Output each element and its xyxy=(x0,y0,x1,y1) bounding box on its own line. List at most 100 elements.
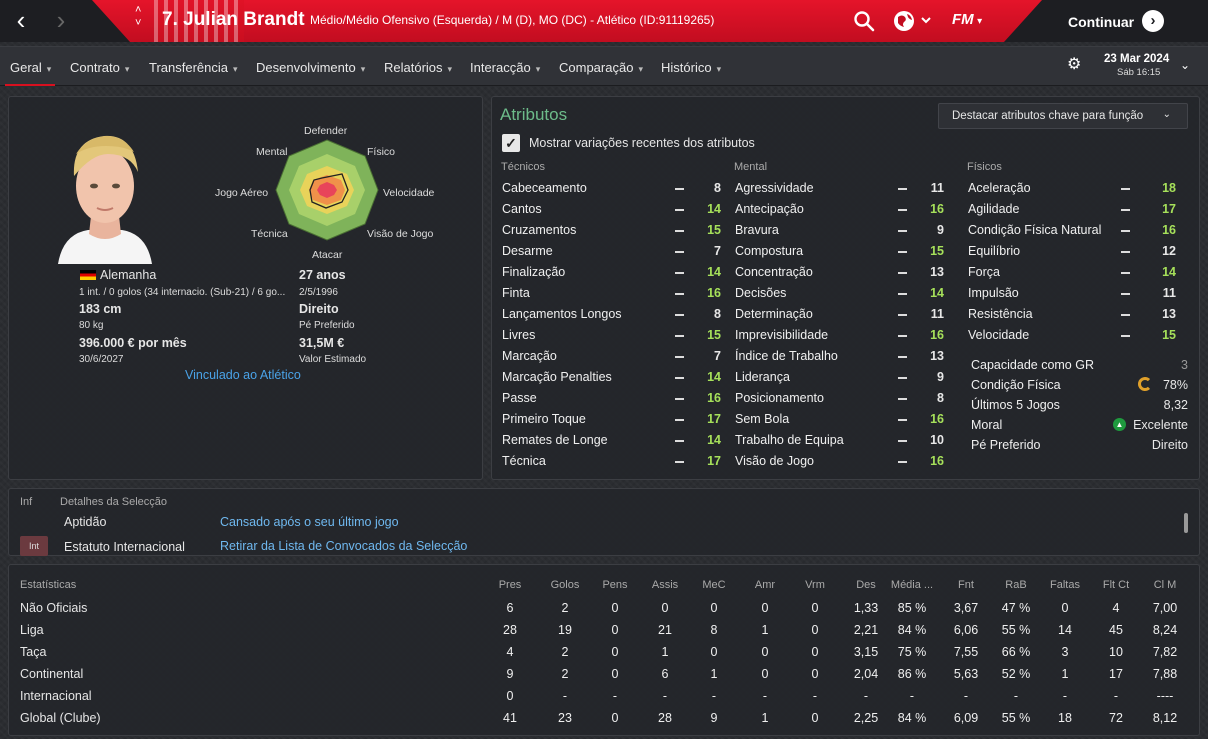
aptitude-value[interactable]: Cansado após o seu último jogo xyxy=(220,515,399,529)
scrollbar[interactable] xyxy=(1184,513,1188,533)
attribute-name: Trabalho de Equipa xyxy=(735,433,844,447)
stats-row-label: Internacional xyxy=(20,689,92,703)
extra-attribute-value: Excelente xyxy=(1133,418,1188,432)
tab-comparacao[interactable]: Comparação ▾ xyxy=(559,60,643,75)
change-indicator xyxy=(675,461,684,463)
globe-menu-button[interactable] xyxy=(892,9,934,33)
highlight-role-dropdown[interactable]: Destacar atributos chave para função ⌄ xyxy=(938,103,1188,129)
gear-icon[interactable]: ⚙ xyxy=(1067,57,1083,73)
stats-column-header[interactable]: Cl M xyxy=(1133,579,1197,591)
tab-transferencia[interactable]: Transferência ▾ xyxy=(149,60,238,75)
change-indicator xyxy=(898,335,907,337)
attribute-name: Força xyxy=(968,265,1000,279)
chevron-left-icon: ‹ xyxy=(16,5,26,35)
preferred-foot: Direito xyxy=(299,302,339,316)
change-indicator xyxy=(675,272,684,274)
arrow-right-icon[interactable]: › xyxy=(1142,10,1164,32)
extra-attribute-value: Direito xyxy=(1151,438,1188,452)
contract-end: 30/6/2027 xyxy=(79,354,124,365)
tab-historico[interactable]: Histórico ▾ xyxy=(661,60,721,75)
attribute-value: 9 xyxy=(937,223,944,237)
attribute-name: Velocidade xyxy=(968,328,1030,342)
international-panel xyxy=(8,488,1200,556)
attribute-name: Passe xyxy=(502,391,537,405)
tab-desenvolvimento[interactable]: Desenvolvimento ▾ xyxy=(256,60,365,75)
game-time: Sáb 16:15 xyxy=(1117,67,1161,78)
radar-label-velocidade: Velocidade xyxy=(383,187,435,199)
attribute-name: Lançamentos Longos xyxy=(502,307,622,321)
change-indicator xyxy=(898,398,907,400)
attribute-name: Remates de Longe xyxy=(502,433,608,447)
arrow-down-icon[interactable]: ˅ xyxy=(135,17,141,30)
mental-header: Mental xyxy=(734,161,768,173)
change-indicator xyxy=(1121,335,1130,337)
change-indicator xyxy=(898,419,907,421)
caps: 1 int. / 0 golos (34 internacio. (Sub-21… xyxy=(79,287,286,298)
change-indicator xyxy=(898,440,907,442)
fm-menu-button[interactable]: FM ▾ xyxy=(952,11,996,31)
chevron-down-icon: ▾ xyxy=(716,64,722,74)
tab-relatorios[interactable]: Relatórios ▾ xyxy=(384,60,452,75)
stats-row-label: Global (Clube) xyxy=(20,711,101,725)
attribute-value: 16 xyxy=(930,202,944,216)
attribute-value: 14 xyxy=(707,370,721,384)
attribute-value: 13 xyxy=(930,265,944,279)
attribute-value: 8 xyxy=(714,307,721,321)
player-title: 7. Julian Brandt xyxy=(162,9,305,30)
attribute-value: 14 xyxy=(707,265,721,279)
attribute-name: Compostura xyxy=(735,244,804,258)
chevron-down-icon: ▾ xyxy=(977,16,983,27)
stats-cell: 7,82 xyxy=(1152,645,1178,659)
attribute-name: Liderança xyxy=(735,370,790,384)
international-status-value[interactable]: Retirar da Lista de Convocados da Selecç… xyxy=(220,539,467,553)
player-subtitle: Médio/Médio Ofensivo (Esquerda) / M (D),… xyxy=(310,13,715,27)
show-changes-checkbox[interactable]: ✓ xyxy=(502,134,520,152)
attributes-title: Atributos xyxy=(500,105,568,124)
attribute-name: Sem Bola xyxy=(735,412,790,426)
change-indicator xyxy=(675,398,684,400)
change-indicator xyxy=(898,377,907,379)
change-indicator xyxy=(675,293,684,295)
tab-contrato[interactable]: Contrato ▾ xyxy=(70,60,129,75)
attribute-name: Agilidade xyxy=(968,202,1020,216)
attribute-name: Impulsão xyxy=(968,286,1019,300)
attribute-value: 16 xyxy=(930,412,944,426)
change-indicator xyxy=(898,314,907,316)
change-indicator xyxy=(898,272,907,274)
radar-label-fisico: Físico xyxy=(367,146,396,158)
forward-button[interactable]: › xyxy=(46,6,76,36)
int-badge: Int xyxy=(20,536,48,556)
attribute-value: 7 xyxy=(714,244,721,258)
attribute-name: Equilíbrio xyxy=(968,244,1021,258)
attribute-value: 15 xyxy=(707,223,721,237)
back-button[interactable]: ‹ xyxy=(6,6,36,36)
attribute-value: 13 xyxy=(930,349,944,363)
attribute-value: 17 xyxy=(707,412,721,426)
attribute-name: Finta xyxy=(502,286,530,300)
chevron-down-icon[interactable]: ⌄ xyxy=(1180,58,1190,72)
attribute-value: 14 xyxy=(1162,265,1176,279)
attribute-value: 17 xyxy=(1162,202,1176,216)
attribute-name: Cruzamentos xyxy=(502,223,577,237)
change-indicator xyxy=(675,356,684,358)
continue-label[interactable]: Continuar xyxy=(1068,14,1134,30)
tab-geral[interactable]: Geral ▾ xyxy=(10,60,51,75)
active-tab-indicator xyxy=(5,84,55,86)
stats-cell: 8,12 xyxy=(1152,711,1178,725)
nationality: Alemanha xyxy=(100,268,157,282)
height: 183 cm xyxy=(79,302,122,316)
arrow-up-icon[interactable]: ˄ xyxy=(135,4,141,17)
attribute-name: Posicionamento xyxy=(735,391,824,405)
chevron-down-icon: ▾ xyxy=(535,64,541,74)
attribute-name: Imprevisibilidade xyxy=(735,328,829,342)
germany-flag-icon xyxy=(80,270,96,280)
stats-cell: ---- xyxy=(1156,689,1174,703)
attribute-value: 16 xyxy=(707,391,721,405)
change-indicator xyxy=(675,335,684,337)
change-indicator xyxy=(675,209,684,211)
search-icon[interactable] xyxy=(852,9,876,33)
radar-label-mental: Mental xyxy=(256,146,288,158)
tab-interaccao[interactable]: Interacção ▾ xyxy=(470,60,540,75)
club-link[interactable]: Vinculado ao Atlético xyxy=(185,368,301,382)
player-switch-arrows[interactable]: ˄ ˅ xyxy=(135,4,141,30)
